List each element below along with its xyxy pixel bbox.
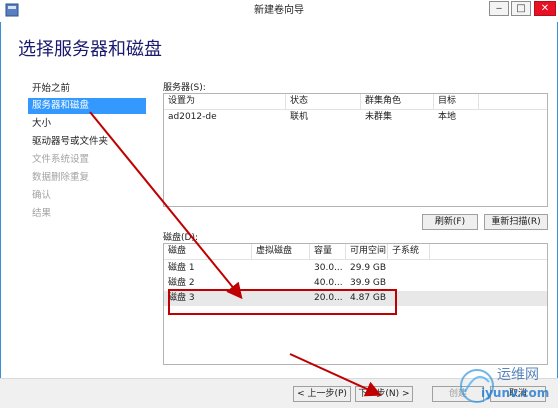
arrow-to-next <box>289 353 382 397</box>
watermark: 运维网 iyunv.com <box>455 362 555 406</box>
watermark-brand: 运维网 <box>497 367 539 383</box>
annotation-arrows <box>89 111 382 397</box>
arrow-to-disk3 <box>89 111 243 300</box>
watermark-url: iyunv.com <box>481 386 550 400</box>
